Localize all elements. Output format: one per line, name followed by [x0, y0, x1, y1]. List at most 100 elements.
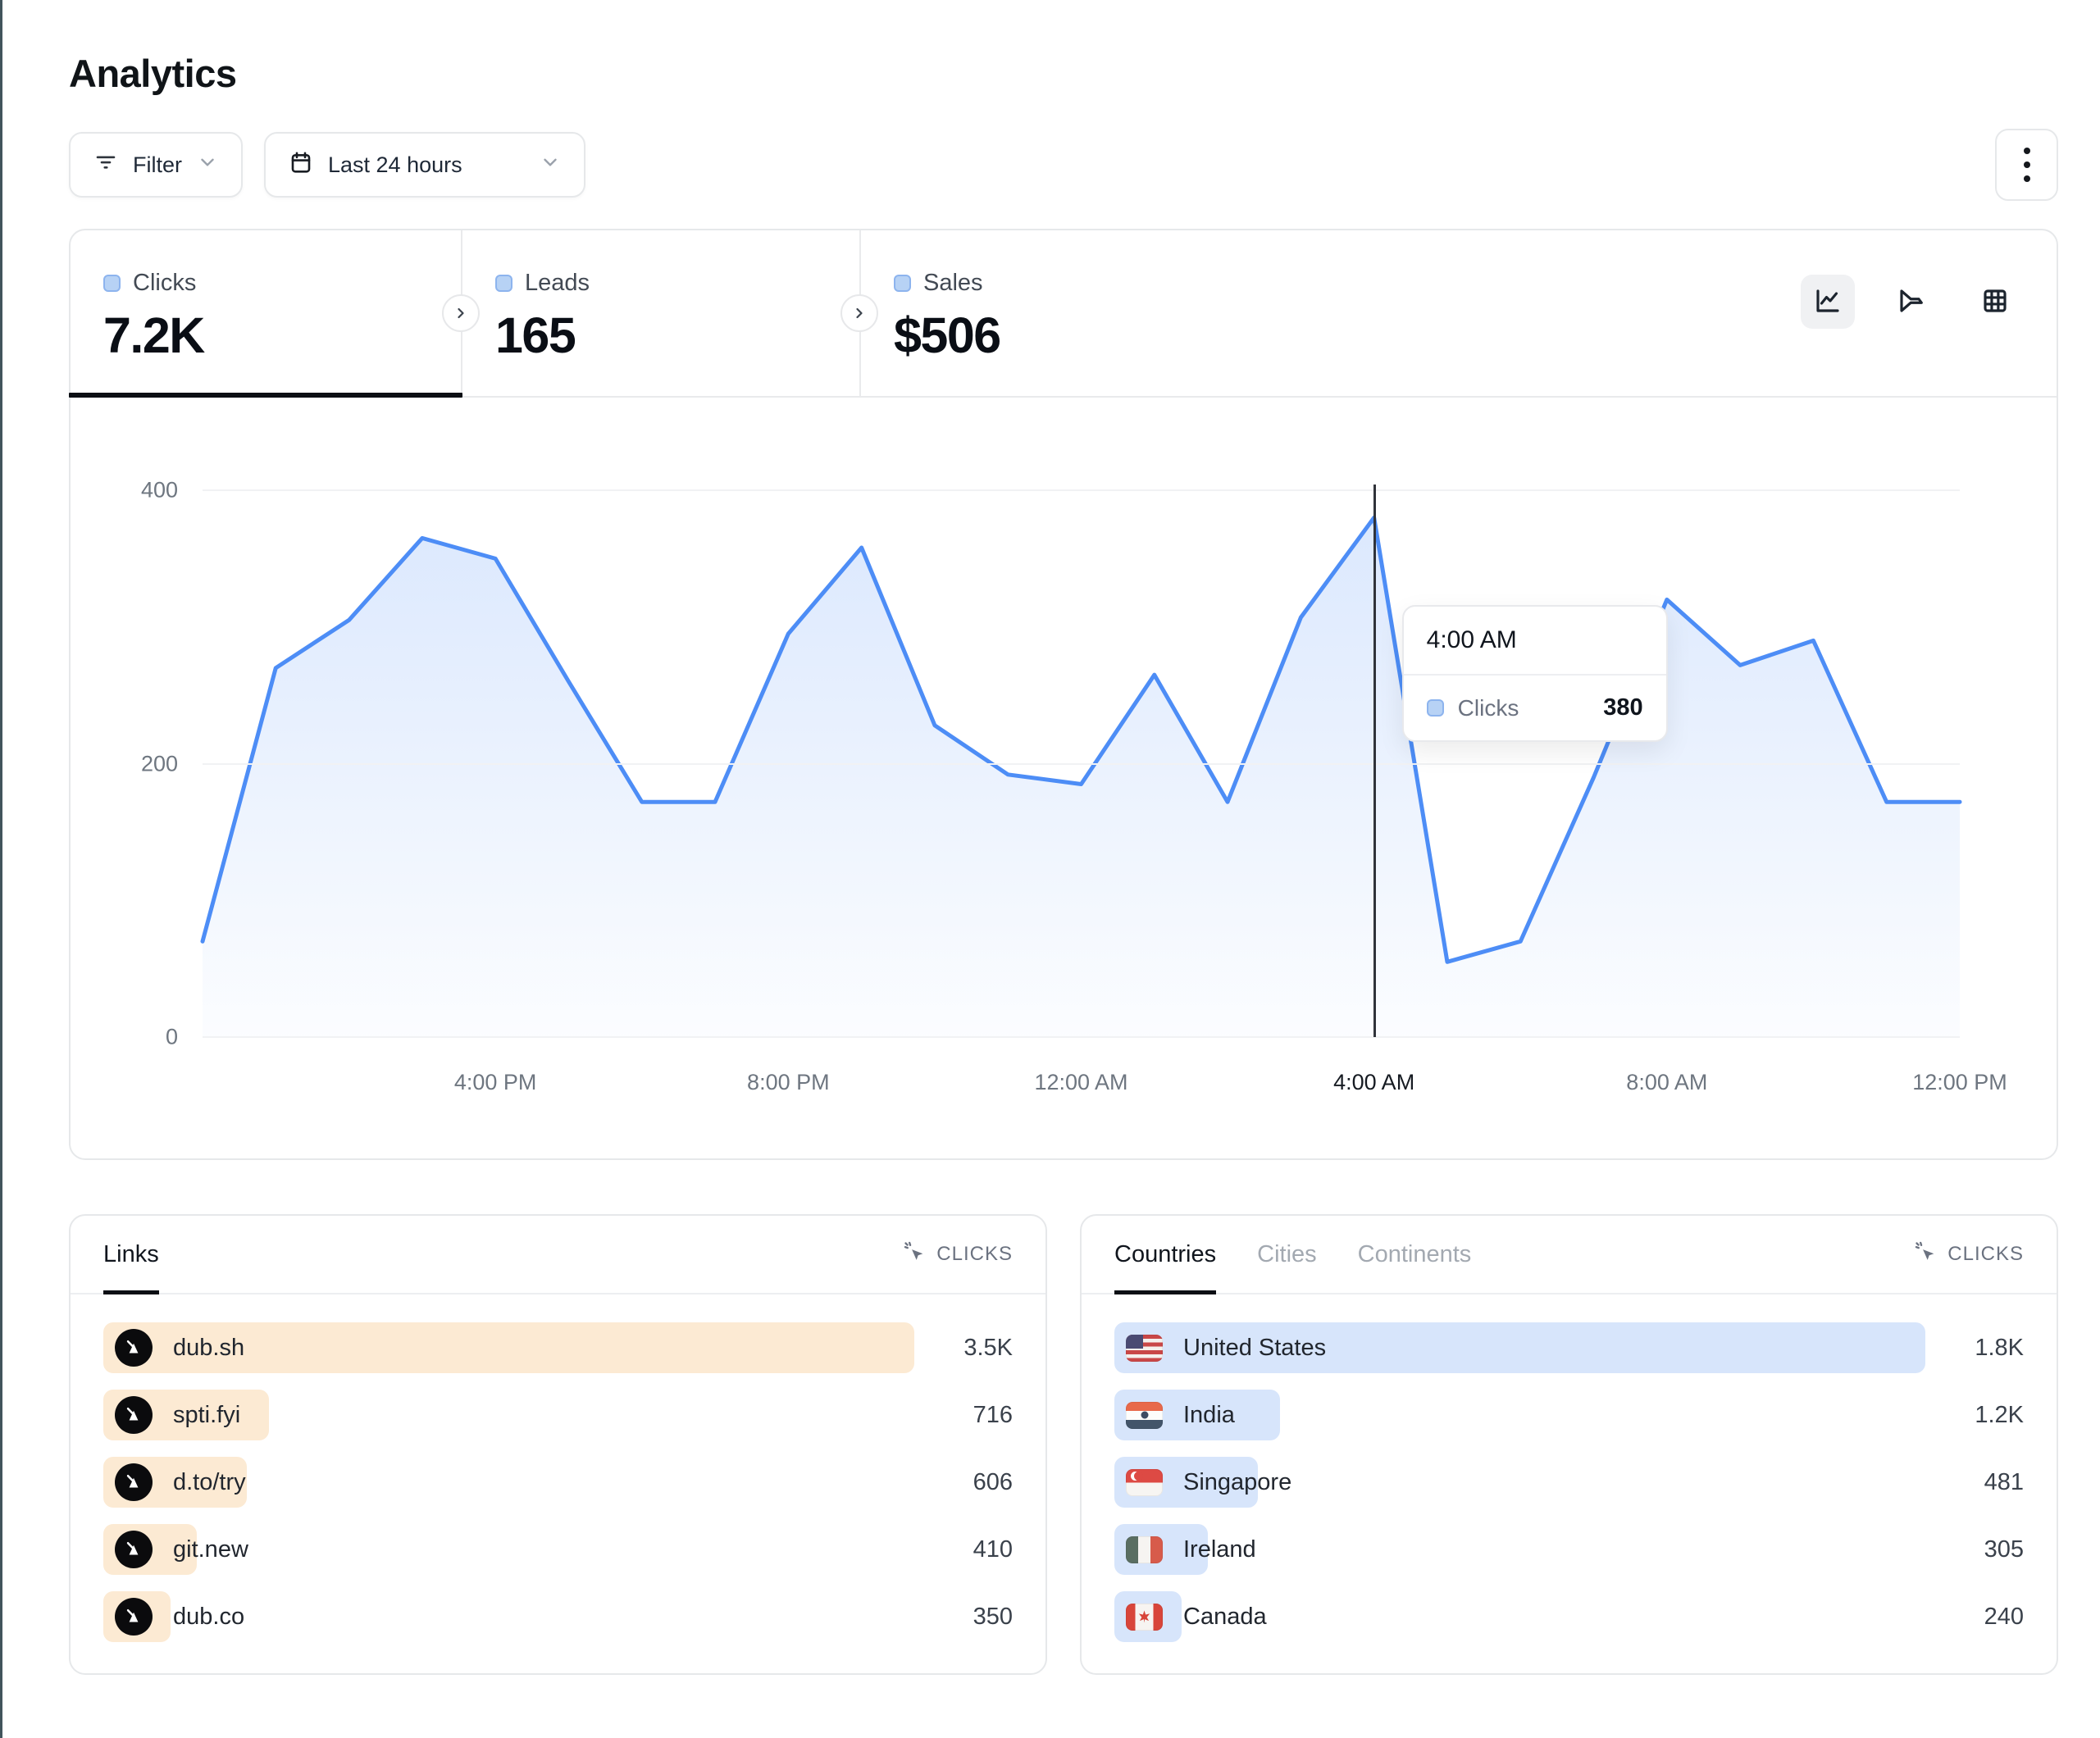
flag-sg-icon [1126, 1469, 1163, 1496]
link-row-label: spti.fyi [173, 1402, 240, 1429]
filter-button[interactable]: Filter [69, 132, 243, 198]
gridline-y-400 [203, 489, 1960, 491]
y-axis-label: 200 [141, 751, 178, 776]
link-row[interactable]: spti.fyi 716 [103, 1390, 1013, 1440]
funnel-icon [1897, 286, 1926, 318]
sales-value: $506 [894, 307, 1260, 364]
table-view-button[interactable] [1968, 275, 2022, 329]
clicks-chart[interactable]: 4:00 AM Clicks 380 02004004:00 PM8:00 PM… [71, 398, 2057, 1158]
country-row[interactable]: Singapore481 [1114, 1457, 2024, 1508]
chart-tooltip: 4:00 AM Clicks 380 [1402, 605, 1668, 742]
date-range-label: Last 24 hours [328, 152, 462, 178]
page-title: Analytics [69, 51, 2058, 96]
link-row-value: 410 [973, 1536, 1013, 1563]
cursor-click-icon [1914, 1240, 1937, 1269]
countries-panel-header: Countries Cities Continents CLICKS [1082, 1216, 2057, 1294]
date-range-button[interactable]: Last 24 hours [264, 132, 585, 198]
tab-cities[interactable]: Cities [1257, 1216, 1317, 1293]
y-axis-label: 0 [166, 1025, 178, 1050]
tooltip-legend-swatch [1427, 699, 1444, 717]
tab-leads[interactable]: Leads 165 [462, 230, 861, 396]
country-row-label: United States [1183, 1335, 1326, 1362]
links-panel: Links CLICKS dub.sh3.5K spti.fyi 716 d.to/t… [69, 1214, 1047, 1675]
clicks-value: 7.2K [103, 307, 461, 364]
more-options-button[interactable] [1995, 129, 2058, 201]
kebab-vertical-icon [2024, 148, 2030, 182]
leads-legend-swatch [495, 275, 512, 292]
hover-crosshair [1373, 485, 1376, 1037]
clicks-label: Clicks [133, 270, 196, 297]
link-row-value: 606 [973, 1469, 1013, 1496]
countries-list: United States 1.8K India 1.2K Singapore481 Ir… [1082, 1294, 2057, 1642]
tooltip-series-label: Clicks [1458, 695, 1519, 721]
country-row-value: 1.2K [1975, 1402, 2024, 1429]
links-list: dub.sh3.5K spti.fyi 716 d.to/try 606 git.new 4… [71, 1294, 1045, 1642]
link-row-label: d.to/try [173, 1469, 246, 1496]
tab-continents[interactable]: Continents [1358, 1216, 1472, 1293]
tooltip-time: 4:00 AM [1404, 607, 1666, 676]
country-row[interactable]: Ireland 305 [1114, 1524, 2024, 1575]
country-row-label: Canada [1183, 1604, 1267, 1631]
dub-logo-icon [115, 1598, 153, 1636]
calendar-icon [289, 150, 313, 180]
left-edge-divider [0, 0, 2, 1738]
stats-tabs: Clicks 7.2K Leads 165 [71, 230, 2057, 398]
country-row-value: 305 [1984, 1536, 2024, 1563]
analytics-page: Analytics Filter Last 24 hours [0, 0, 2100, 1675]
analytics-chart-card: Clicks 7.2K Leads 165 [69, 229, 2058, 1160]
link-row-value: 350 [973, 1604, 1013, 1631]
country-row-label: Singapore [1183, 1469, 1291, 1496]
countries-metric[interactable]: CLICKS [1914, 1240, 2024, 1269]
link-row-value: 716 [973, 1402, 1013, 1429]
tab-clicks[interactable]: Clicks 7.2K [71, 230, 462, 396]
link-row-value: 3.5K [963, 1335, 1013, 1362]
links-metric-label: CLICKS [936, 1243, 1013, 1266]
link-row-label: git.new [173, 1536, 248, 1563]
tab-sales[interactable]: Sales $506 [861, 230, 1260, 396]
dub-logo-icon [115, 1329, 153, 1367]
tab-countries[interactable]: Countries [1114, 1216, 1216, 1293]
line-chart-view-button[interactable] [1801, 275, 1855, 329]
chevron-down-icon [540, 152, 561, 179]
x-axis-label: 8:00 AM [1626, 1070, 1707, 1095]
gridline-y-0 [203, 1036, 1960, 1038]
y-axis-label: 400 [141, 478, 178, 503]
country-row[interactable]: India 1.2K [1114, 1390, 2024, 1440]
chevron-down-icon [197, 152, 218, 179]
countries-metric-label: CLICKS [1947, 1243, 2024, 1266]
filter-icon [93, 150, 118, 180]
country-row[interactable]: Canada 240 [1114, 1591, 2024, 1642]
line-chart-icon [1813, 286, 1843, 318]
link-row[interactable]: d.to/try 606 [103, 1457, 1013, 1508]
links-metric[interactable]: CLICKS [903, 1240, 1013, 1269]
link-row[interactable]: dub.sh3.5K [103, 1322, 1013, 1373]
country-row-value: 1.8K [1975, 1335, 2024, 1362]
flag-in-icon [1126, 1402, 1163, 1429]
country-row-value: 240 [1984, 1604, 2024, 1631]
x-axis-label: 12:00 PM [1912, 1070, 2007, 1095]
next-stat-button[interactable] [840, 294, 878, 332]
gridline-y-200 [203, 763, 1960, 765]
toolbar: Filter Last 24 hours [69, 129, 2058, 201]
tab-links[interactable]: Links [103, 1216, 159, 1293]
link-row[interactable]: dub.co 350 [103, 1591, 1013, 1642]
country-row-label: Ireland [1183, 1536, 1256, 1563]
dub-logo-icon [115, 1396, 153, 1434]
funnel-view-button[interactable] [1884, 275, 1938, 329]
x-axis-label: 12:00 AM [1034, 1070, 1127, 1095]
countries-panel: Countries Cities Continents CLICKS Unite… [1080, 1214, 2058, 1675]
sales-label: Sales [923, 270, 983, 297]
leads-label: Leads [525, 270, 590, 297]
country-row[interactable]: United States 1.8K [1114, 1322, 2024, 1373]
links-panel-header: Links CLICKS [71, 1216, 1045, 1294]
leads-value: 165 [495, 307, 859, 364]
chart-plot-area[interactable]: 4:00 AM Clicks 380 02004004:00 PM8:00 PM… [203, 490, 1960, 1037]
link-row-label: dub.co [173, 1604, 244, 1631]
country-row-label: India [1183, 1402, 1235, 1429]
flag-us-icon [1126, 1335, 1163, 1362]
dub-logo-icon [115, 1531, 153, 1568]
flag-ie-icon [1126, 1536, 1163, 1563]
link-row[interactable]: git.new 410 [103, 1524, 1013, 1575]
cursor-click-icon [903, 1240, 926, 1269]
next-stat-button[interactable] [442, 294, 480, 332]
